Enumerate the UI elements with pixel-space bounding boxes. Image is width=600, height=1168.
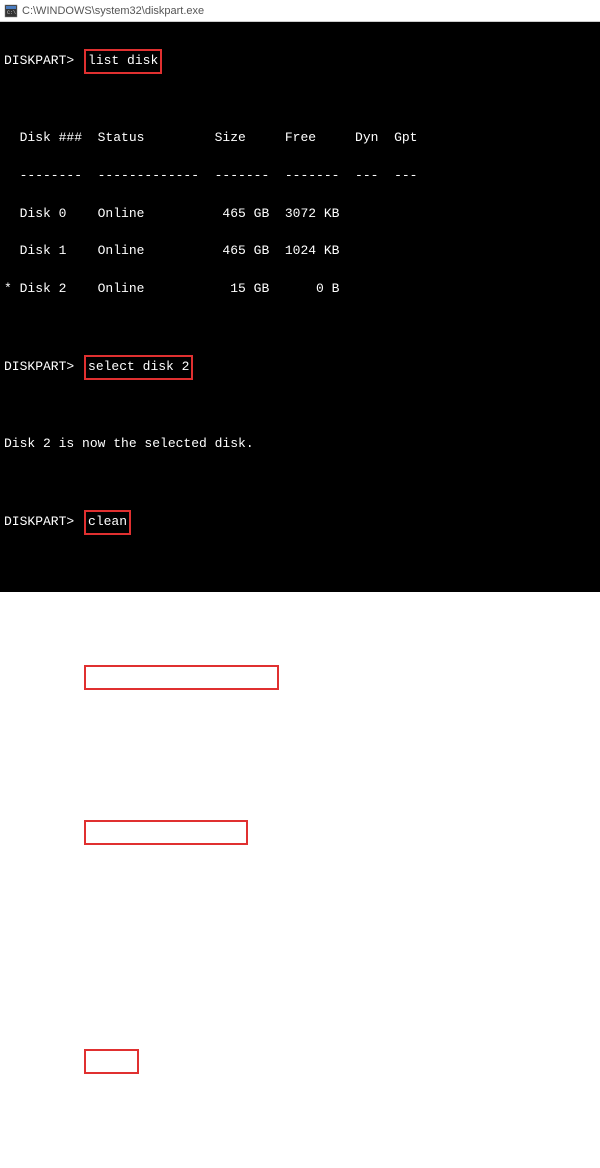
table-divider: -------- ------------- ------- ------- -… [4,167,596,186]
window-titlebar: C:\ C:\WINDOWS\system32\diskpart.exe [0,0,600,22]
svg-text:C:\: C:\ [7,10,16,16]
prompt: DISKPART> [4,1053,74,1068]
command-select-disk: select disk 2 [84,355,193,380]
command-assign: assign [84,1049,139,1074]
message: DiskPart successfully assigned the drive… [4,1130,596,1149]
prompt: DISKPART> [4,514,74,529]
table-header: Disk ### Status Size Free Dyn Gpt [4,129,596,148]
command-create-partition: create partition primary [84,665,279,690]
command-list-disk: list disk [84,49,162,74]
terminal-output[interactable]: DISKPART> list disk Disk ### Status Size… [0,22,600,592]
message: DiskPart succeeded in creating the speci… [4,745,596,764]
table-row: Disk 1 Online 465 GB 1024 KB [4,242,596,261]
message: Disk 2 is now the selected disk. [4,435,596,454]
table-row: Disk 0 Online 465 GB 3072 KB [4,205,596,224]
prompt: DISKPART> [4,359,74,374]
message: DiskPart successfully formatted the volu… [4,975,596,994]
prompt: DISKPART> [4,53,74,68]
message: 100 percent completed [13,901,192,916]
cursor [4,914,13,917]
prompt: DISKPART> [4,669,74,684]
command-format: Format fs=NTFS Quick [84,820,248,845]
message: DiskPart succeeded in cleaning the disk. [4,590,596,609]
command-clean: clean [84,510,131,535]
prompt: DISKPART> [4,824,74,839]
window-title: C:\WINDOWS\system32\diskpart.exe [22,5,204,17]
app-icon: C:\ [4,4,18,18]
table-row: * Disk 2 Online 15 GB 0 B [4,280,596,299]
